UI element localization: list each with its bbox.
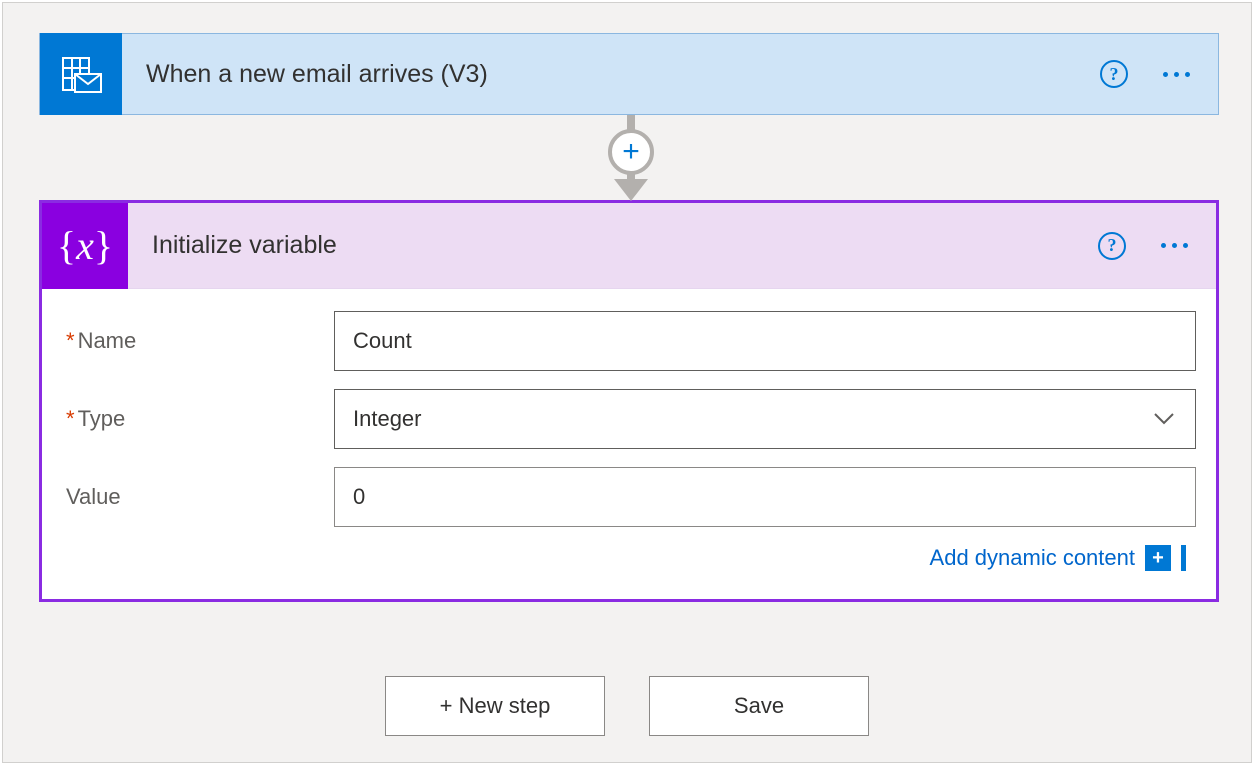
action-form: *Name Count *Type Integer Value 0 Add dy… bbox=[42, 289, 1216, 571]
save-button[interactable]: Save bbox=[649, 676, 869, 736]
label-name: *Name bbox=[66, 328, 334, 354]
dynamic-bar-icon bbox=[1181, 545, 1186, 571]
action-title: Initialize variable bbox=[152, 231, 1098, 260]
variable-icon: {x} bbox=[42, 203, 128, 289]
more-icon[interactable] bbox=[1154, 232, 1194, 260]
flow-panel: When a new email arrives (V3) ? + {x} In… bbox=[2, 2, 1252, 763]
value-input[interactable]: 0 bbox=[334, 467, 1196, 527]
row-type: *Type Integer bbox=[66, 389, 1196, 449]
insert-step-button[interactable]: + bbox=[608, 129, 654, 175]
dynamic-content-row: Add dynamic content + bbox=[66, 545, 1196, 571]
label-value: Value bbox=[66, 484, 334, 510]
outlook-icon bbox=[40, 33, 122, 115]
row-name: *Name Count bbox=[66, 311, 1196, 371]
trigger-title: When a new email arrives (V3) bbox=[146, 60, 1100, 89]
help-icon[interactable]: ? bbox=[1098, 232, 1126, 260]
connector-arrow-icon bbox=[614, 179, 648, 201]
row-value: Value 0 bbox=[66, 467, 1196, 527]
add-dynamic-content-link[interactable]: Add dynamic content bbox=[930, 545, 1135, 571]
type-select[interactable]: Integer bbox=[334, 389, 1196, 449]
trigger-actions: ? bbox=[1100, 60, 1218, 88]
help-icon[interactable]: ? bbox=[1100, 60, 1128, 88]
footer-buttons: + New step Save bbox=[3, 676, 1251, 736]
designer-canvas: When a new email arrives (V3) ? + {x} In… bbox=[0, 0, 1254, 765]
trigger-card[interactable]: When a new email arrives (V3) ? bbox=[39, 33, 1219, 115]
dynamic-plus-icon[interactable]: + bbox=[1145, 545, 1171, 571]
action-header[interactable]: {x} Initialize variable ? bbox=[42, 203, 1216, 289]
name-input[interactable]: Count bbox=[334, 311, 1196, 371]
chevron-down-icon bbox=[1153, 406, 1175, 432]
action-card: {x} Initialize variable ? *Name Count *T… bbox=[39, 200, 1219, 602]
new-step-button[interactable]: + New step bbox=[385, 676, 605, 736]
more-icon[interactable] bbox=[1156, 60, 1196, 88]
action-actions: ? bbox=[1098, 232, 1216, 260]
label-type: *Type bbox=[66, 406, 334, 432]
